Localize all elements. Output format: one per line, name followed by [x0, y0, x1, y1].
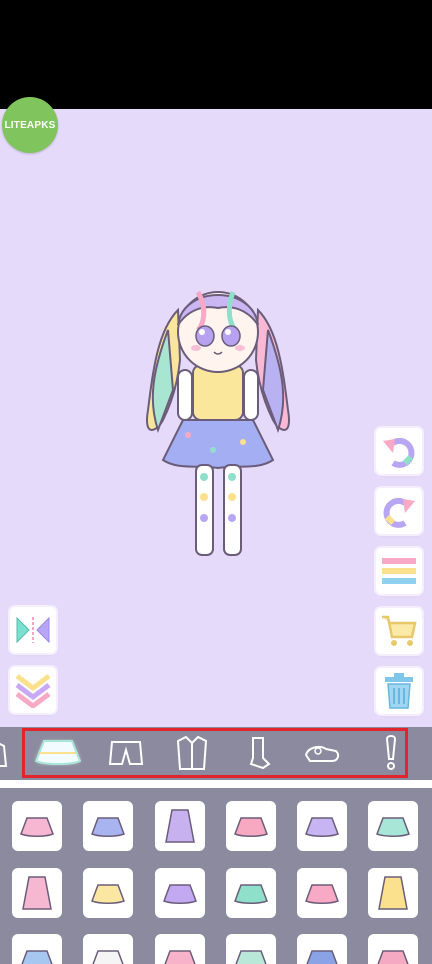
- skirt-item-yellow-long-pleated-skirt[interactable]: [368, 868, 418, 918]
- cart-icon: [382, 615, 417, 646]
- category-bar: [0, 727, 432, 780]
- skirt-item-pink-skirt-partial[interactable]: [155, 934, 205, 964]
- skirt-thumbnail: [306, 950, 338, 964]
- skirt-item-purple-long-skirt[interactable]: [155, 801, 205, 851]
- cart-button[interactable]: [376, 608, 422, 654]
- skirt-item-blue-tutu-skirt[interactable]: [83, 801, 133, 851]
- skirt-item-navy-skirt-partial[interactable]: [297, 934, 347, 964]
- skirt-item-rainbow-skirt-partial[interactable]: [226, 934, 276, 964]
- collapse-button[interactable]: [10, 667, 56, 713]
- skirt-item-white-skirt-partial[interactable]: [83, 934, 133, 964]
- item-grid: [0, 788, 432, 964]
- flip-button[interactable]: [10, 607, 56, 653]
- skirt-item-pink-check-skirt-partial[interactable]: [368, 934, 418, 964]
- status-bar: [0, 0, 432, 109]
- skirt-thumbnail: [378, 876, 408, 910]
- skirt-thumbnail: [92, 950, 124, 964]
- skirt-item-pink-stripe-skirt[interactable]: [297, 868, 347, 918]
- skirt-item-pastel-long-stripe-skirt[interactable]: [12, 868, 62, 918]
- skirt-item-mint-star-skirt[interactable]: [226, 868, 276, 918]
- divider: [0, 780, 432, 788]
- list-icon: [382, 558, 416, 584]
- trash-icon: [385, 673, 413, 709]
- skirt-thumbnail: [163, 884, 197, 904]
- top-icon: [0, 742, 8, 767]
- redo-icon: [383, 497, 415, 528]
- skirt-thumbnail: [91, 884, 125, 904]
- skirt-thumbnail: [376, 817, 410, 837]
- skirt-thumbnail: [305, 817, 339, 837]
- undo-button[interactable]: [376, 428, 422, 474]
- character-doll: [146, 290, 290, 556]
- skirt-thumbnail: [234, 817, 268, 837]
- category-top[interactable]: [0, 733, 14, 773]
- app-badge-text: LITEAPKS: [4, 119, 56, 131]
- skirt-thumbnail: [234, 884, 268, 904]
- undo-icon: [383, 437, 415, 468]
- list-button[interactable]: [376, 548, 422, 594]
- app-badge: LITEAPKS: [2, 97, 58, 153]
- category-highlight: [22, 728, 408, 778]
- skirt-item-rainbow-ruffle-skirt[interactable]: [12, 801, 62, 851]
- skirt-thumbnail: [165, 809, 195, 843]
- skirt-thumbnail: [377, 950, 409, 964]
- redo-button[interactable]: [376, 488, 422, 534]
- skirt-thumbnail: [22, 876, 52, 910]
- skirt-item-pink-pleated-skirt[interactable]: [226, 801, 276, 851]
- skirt-thumbnail: [20, 817, 54, 837]
- skirt-item-mint-tiered-skirt[interactable]: [368, 801, 418, 851]
- flip-icon: [16, 616, 50, 644]
- skirt-thumbnail: [91, 817, 125, 837]
- skirt-thumbnail: [305, 884, 339, 904]
- trash-button[interactable]: [376, 668, 422, 714]
- skirt-thumbnail: [235, 950, 267, 964]
- skirt-item-rainbow-stripe-skirt[interactable]: [297, 801, 347, 851]
- skirt-item-yellow-flare-skirt[interactable]: [83, 868, 133, 918]
- collapse-icon: [15, 674, 51, 708]
- skirt-item-blue-skirt-partial[interactable]: [12, 934, 62, 964]
- skirt-thumbnail: [164, 950, 196, 964]
- skirt-item-lavender-mini-skirt[interactable]: [155, 868, 205, 918]
- skirt-thumbnail: [21, 950, 53, 964]
